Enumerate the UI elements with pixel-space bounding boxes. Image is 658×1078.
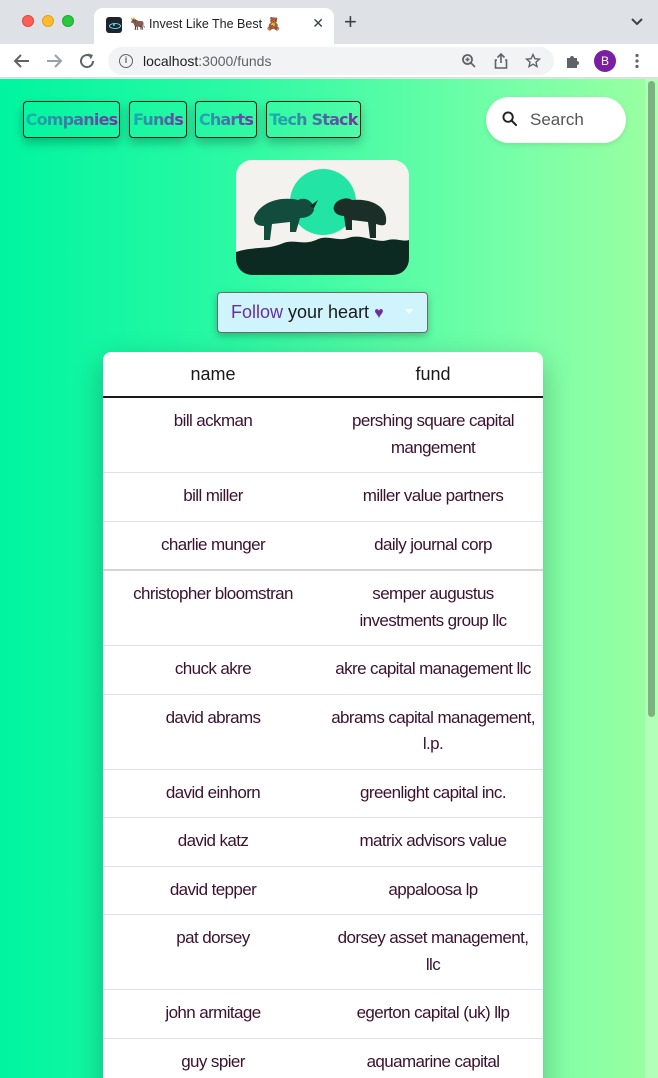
table-row: john armitage egerton capital (uk) llp xyxy=(103,989,543,1039)
share-icon[interactable] xyxy=(490,50,512,72)
tab-strip: 🐂 Invest Like The Best 🧸 ✕ + xyxy=(0,0,658,44)
table-row: charlie munger daily journal corp xyxy=(103,521,543,571)
reload-icon[interactable] xyxy=(76,50,98,72)
fund-name: aquamarine capital management, llc xyxy=(323,1038,543,1078)
table-header-row: name fund xyxy=(103,352,543,398)
investor-name: bill miller xyxy=(103,472,323,522)
search-box[interactable] xyxy=(486,97,626,143)
investor-name: david katz xyxy=(103,817,323,867)
tab-search-chevron-icon[interactable] xyxy=(630,14,644,32)
nav-charts-button[interactable]: Charts xyxy=(195,101,257,138)
table-row: bill miller miller value partners xyxy=(103,472,543,522)
tab-title: 🐂 Invest Like The Best 🧸 xyxy=(130,17,282,31)
fund-name: egerton capital (uk) llp xyxy=(323,989,543,1039)
table-row: david tepper appaloosa lp xyxy=(103,866,543,915)
minimize-window-button[interactable] xyxy=(42,15,54,27)
close-window-button[interactable] xyxy=(22,15,34,27)
follow-your-heart-dropdown[interactable]: Follow your heart ♥ xyxy=(217,292,428,333)
fund-name: appaloosa lp xyxy=(323,866,543,915)
url-text: localhost:3000/funds xyxy=(143,53,272,69)
profile-avatar[interactable]: B xyxy=(594,50,616,72)
table-row: pat dorsey dorsey asset management, llc xyxy=(103,914,543,990)
investor-name: charlie munger xyxy=(103,521,323,571)
new-tab-button[interactable]: + xyxy=(344,11,357,33)
fund-name: matrix advisors value xyxy=(323,817,543,867)
fund-name: daily journal corp xyxy=(323,521,543,571)
follow-label: Follow xyxy=(231,302,284,322)
back-arrow-icon[interactable] xyxy=(11,50,33,72)
page-viewport: Companies Funds Charts Tech Stack Follow… xyxy=(0,79,658,1078)
bookmark-star-icon[interactable] xyxy=(522,50,544,72)
investor-name: john armitage xyxy=(103,989,323,1039)
table-row: david katz matrix advisors value xyxy=(103,817,543,867)
investor-name: chuck akre xyxy=(103,645,323,695)
caret-down-icon xyxy=(405,309,413,314)
react-favicon-icon xyxy=(106,17,122,33)
tab-close-icon[interactable]: ✕ xyxy=(312,15,324,32)
extensions-puzzle-icon[interactable] xyxy=(562,50,584,72)
browser-menu-icon[interactable] xyxy=(626,50,648,72)
zoom-icon[interactable] xyxy=(458,50,480,72)
search-input[interactable] xyxy=(530,109,610,131)
your-heart-label: your heart xyxy=(283,302,375,322)
nav-tech-stack-button[interactable]: Tech Stack xyxy=(266,101,361,138)
table-row: guy spieraquamarine capital management, … xyxy=(103,1038,543,1078)
fund-name: miller value partners xyxy=(323,472,543,522)
investor-name: bill ackman xyxy=(103,397,323,473)
nav-companies-button[interactable]: Companies xyxy=(23,101,120,138)
fund-name: akre capital management llc xyxy=(323,645,543,695)
search-icon xyxy=(502,111,517,126)
nav-funds-button[interactable]: Funds xyxy=(129,101,187,138)
investor-name: guy spier xyxy=(103,1038,323,1078)
bull-vs-bear-image xyxy=(236,160,409,275)
fund-name: dorsey asset management, llc xyxy=(323,914,543,990)
table-row: chuck akre akre capital management llc xyxy=(103,645,543,695)
header-name: name xyxy=(103,352,323,398)
investor-name: david tepper xyxy=(103,866,323,915)
maximize-window-button[interactable] xyxy=(62,15,74,27)
browser-toolbar: i localhost:3000/funds xyxy=(0,44,658,78)
investor-name: pat dorsey xyxy=(103,914,323,990)
table-row: david einhorn greenlight capital inc. xyxy=(103,769,543,818)
investor-name: christopher bloomstran xyxy=(103,570,323,646)
scrollbar-thumb[interactable] xyxy=(648,81,655,717)
table-row: bill ackman pershing square capital mange… xyxy=(103,397,543,473)
fund-name: semper augustus investments group llc xyxy=(323,570,543,646)
investor-name: david einhorn xyxy=(103,769,323,818)
funds-table-card: name fund bill ackman pershing square cap… xyxy=(103,352,543,1078)
heart-icon: ♥ xyxy=(374,305,384,322)
address-bar[interactable]: i localhost:3000/funds xyxy=(108,47,554,75)
browser-tab[interactable]: 🐂 Invest Like The Best 🧸 ✕ xyxy=(94,8,334,44)
fund-name: greenlight capital inc. xyxy=(323,769,543,818)
investor-name: david abrams xyxy=(103,694,323,770)
fund-name: abrams capital management, l.p. xyxy=(323,694,543,770)
table-row: christopher bloomstran semper augustus in… xyxy=(103,570,543,646)
page-scrollbar[interactable] xyxy=(645,79,658,1078)
header-fund: fund xyxy=(323,352,543,398)
funds-table: name fund bill ackman pershing square cap… xyxy=(103,352,543,1078)
site-info-icon[interactable]: i xyxy=(119,54,133,68)
fund-name: pershing square capital mangement xyxy=(323,397,543,473)
forward-arrow-icon[interactable] xyxy=(43,50,65,72)
table-row: david abrams abrams capital management, l… xyxy=(103,694,543,770)
